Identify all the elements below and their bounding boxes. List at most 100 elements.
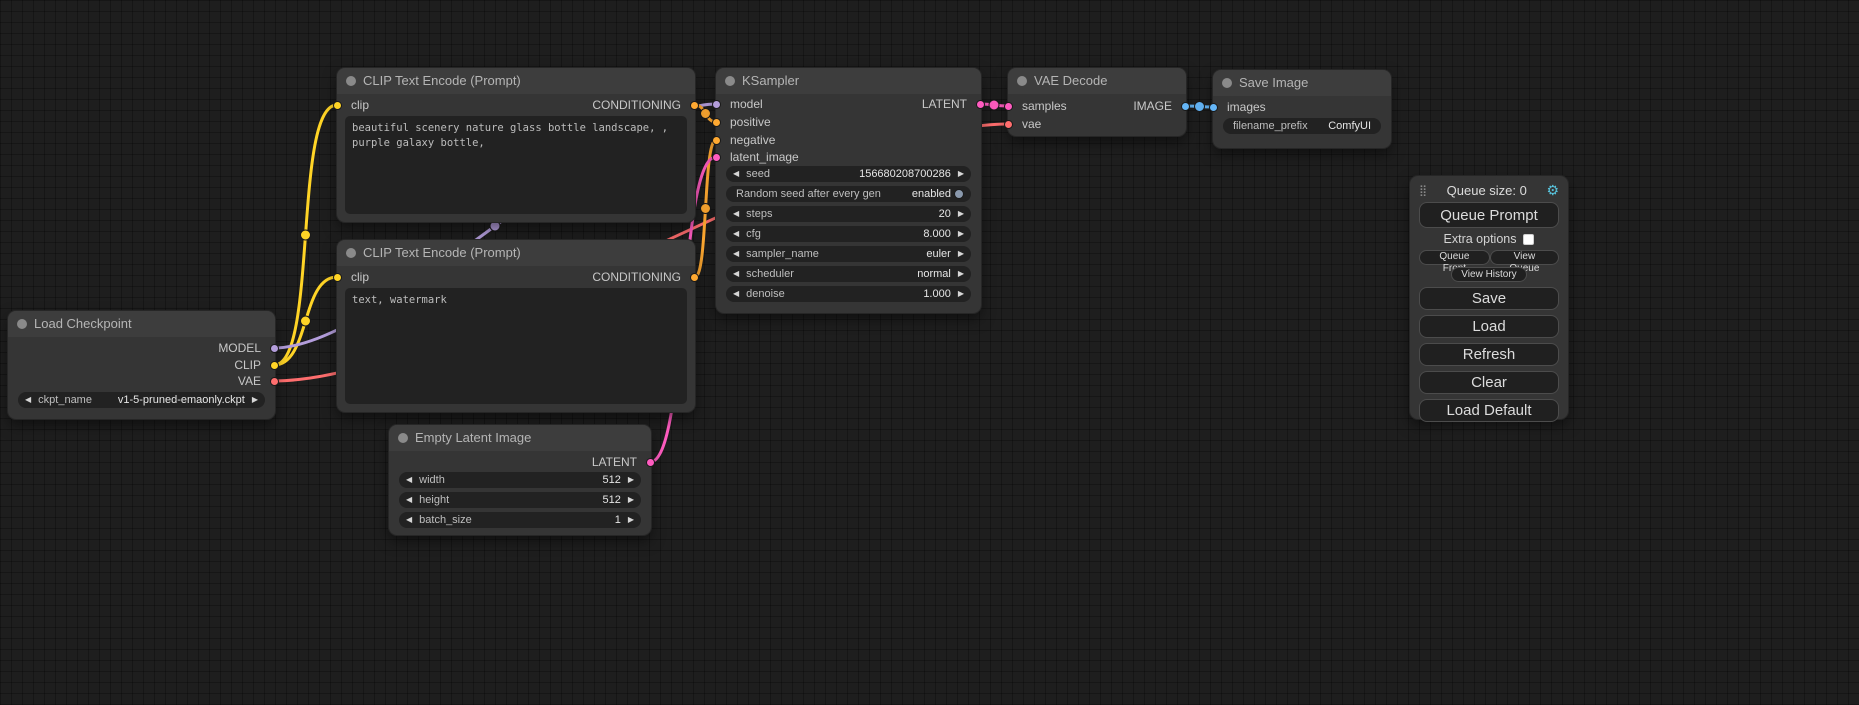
collapse-dot-icon[interactable] (725, 76, 735, 86)
widget-width[interactable]: ◀ width 512 ▶ (399, 472, 641, 488)
conditioning-port-icon[interactable] (712, 118, 721, 127)
view-history-button[interactable]: View History (1451, 267, 1526, 282)
latent-port-icon[interactable] (646, 458, 655, 467)
decrement-arrow-icon[interactable]: ◀ (733, 246, 739, 262)
decrement-arrow-icon[interactable]: ◀ (406, 492, 412, 508)
decrement-arrow-icon[interactable]: ◀ (25, 392, 31, 408)
output-slot-model[interactable]: MODEL (218, 340, 275, 356)
clip-port-icon[interactable] (333, 101, 342, 110)
decrement-arrow-icon[interactable]: ◀ (406, 512, 412, 528)
input-slot-images[interactable]: images (1213, 99, 1266, 115)
image-port-icon[interactable] (1181, 102, 1190, 111)
input-slot-latent-image[interactable]: latent_image (716, 149, 799, 165)
increment-arrow-icon[interactable]: ▶ (628, 492, 634, 508)
image-port-icon[interactable] (1209, 103, 1218, 112)
widget-height[interactable]: ◀ height 512 ▶ (399, 492, 641, 508)
increment-arrow-icon[interactable]: ▶ (958, 226, 964, 242)
decrement-arrow-icon[interactable]: ◀ (733, 226, 739, 242)
clip-port-icon[interactable] (333, 273, 342, 282)
output-slot-latent[interactable]: LATENT (922, 96, 981, 112)
decrement-arrow-icon[interactable]: ◀ (406, 472, 412, 488)
output-slot-conditioning[interactable]: CONDITIONING (592, 269, 695, 285)
increment-arrow-icon[interactable]: ▶ (958, 246, 964, 262)
collapse-dot-icon[interactable] (1017, 76, 1027, 86)
increment-arrow-icon[interactable]: ▶ (958, 266, 964, 282)
widget-filename-prefix[interactable]: filename_prefix ComfyUI (1223, 118, 1381, 134)
increment-arrow-icon[interactable]: ▶ (958, 286, 964, 302)
node-header[interactable]: VAE Decode (1008, 68, 1186, 94)
vae-port-icon[interactable] (270, 377, 279, 386)
latent-port-icon[interactable] (976, 100, 985, 109)
extra-options-checkbox[interactable] (1523, 234, 1534, 245)
view-queue-button[interactable]: View Queue (1490, 250, 1559, 265)
load-default-button[interactable]: Load Default (1419, 399, 1559, 422)
node-load-checkpoint[interactable]: Load Checkpoint MODEL CLIP VAE ◀ ckpt_na… (8, 311, 275, 419)
queue-front-button[interactable]: Queue Front (1419, 250, 1490, 265)
widget-sampler-name[interactable]: ◀ sampler_name euler ▶ (726, 246, 971, 262)
node-header[interactable]: KSampler (716, 68, 981, 94)
widget-cfg[interactable]: ◀ cfg 8.000 ▶ (726, 226, 971, 242)
input-slot-clip[interactable]: clip (337, 97, 369, 113)
output-slot-image[interactable]: IMAGE (1133, 98, 1186, 114)
input-slot-vae[interactable]: vae (1008, 116, 1041, 132)
collapse-dot-icon[interactable] (346, 248, 356, 258)
positive-prompt-textarea[interactable]: beautiful scenery nature glass bottle la… (345, 116, 687, 214)
node-empty-latent-image[interactable]: Empty Latent Image LATENT ◀ width 512 ▶ … (389, 425, 651, 535)
increment-arrow-icon[interactable]: ▶ (958, 206, 964, 222)
collapse-dot-icon[interactable] (1222, 78, 1232, 88)
drag-handle-icon[interactable]: ⣿ (1419, 184, 1427, 197)
widget-seed[interactable]: ◀ seed 156680208700286 ▶ (726, 166, 971, 182)
vae-port-icon[interactable] (1004, 120, 1013, 129)
conditioning-port-icon[interactable] (690, 273, 699, 282)
output-slot-latent[interactable]: LATENT (592, 454, 651, 470)
input-slot-samples[interactable]: samples (1008, 98, 1067, 114)
refresh-button[interactable]: Refresh (1419, 343, 1559, 366)
latent-port-icon[interactable] (712, 153, 721, 162)
node-clip-text-encode-negative[interactable]: CLIP Text Encode (Prompt) clip CONDITION… (337, 240, 695, 412)
widget-batch-size[interactable]: ◀ batch_size 1 ▶ (399, 512, 641, 528)
output-slot-vae[interactable]: VAE (238, 373, 275, 389)
widget-steps[interactable]: ◀ steps 20 ▶ (726, 206, 971, 222)
node-save-image[interactable]: Save Image images filename_prefix ComfyU… (1213, 70, 1391, 148)
latent-port-icon[interactable] (1004, 102, 1013, 111)
widget-scheduler[interactable]: ◀ scheduler normal ▶ (726, 266, 971, 282)
output-slot-clip[interactable]: CLIP (234, 357, 275, 373)
decrement-arrow-icon[interactable]: ◀ (733, 206, 739, 222)
increment-arrow-icon[interactable]: ▶ (628, 512, 634, 528)
node-vae-decode[interactable]: VAE Decode samples vae IMAGE (1008, 68, 1186, 136)
model-port-icon[interactable] (712, 100, 721, 109)
widget-denoise[interactable]: ◀ denoise 1.000 ▶ (726, 286, 971, 302)
node-header[interactable]: Save Image (1213, 70, 1391, 96)
input-slot-positive[interactable]: positive (716, 114, 771, 130)
conditioning-port-icon[interactable] (712, 136, 721, 145)
output-slot-conditioning[interactable]: CONDITIONING (592, 97, 695, 113)
increment-arrow-icon[interactable]: ▶ (958, 166, 964, 182)
model-port-icon[interactable] (270, 344, 279, 353)
collapse-dot-icon[interactable] (17, 319, 27, 329)
widget-ckpt-name[interactable]: ◀ ckpt_name v1-5-pruned-emaonly.ckpt ▶ (18, 392, 265, 408)
increment-arrow-icon[interactable]: ▶ (628, 472, 634, 488)
clip-port-icon[interactable] (270, 361, 279, 370)
decrement-arrow-icon[interactable]: ◀ (733, 286, 739, 302)
clear-button[interactable]: Clear (1419, 371, 1559, 394)
node-header[interactable]: Empty Latent Image (389, 425, 651, 451)
collapse-dot-icon[interactable] (346, 76, 356, 86)
collapse-dot-icon[interactable] (398, 433, 408, 443)
negative-prompt-textarea[interactable]: text, watermark (345, 288, 687, 404)
settings-gear-icon[interactable]: ⚙ (1546, 183, 1559, 197)
node-clip-text-encode-positive[interactable]: CLIP Text Encode (Prompt) clip CONDITION… (337, 68, 695, 222)
decrement-arrow-icon[interactable]: ◀ (733, 266, 739, 282)
node-header[interactable]: CLIP Text Encode (Prompt) (337, 68, 695, 94)
load-button[interactable]: Load (1419, 315, 1559, 338)
input-slot-clip[interactable]: clip (337, 269, 369, 285)
increment-arrow-icon[interactable]: ▶ (252, 392, 258, 408)
input-slot-model[interactable]: model (716, 96, 763, 112)
widget-random-seed-toggle[interactable]: Random seed after every gen enabled (726, 186, 971, 202)
toggle-knob-icon[interactable] (954, 189, 964, 199)
save-button[interactable]: Save (1419, 287, 1559, 310)
node-header[interactable]: CLIP Text Encode (Prompt) (337, 240, 695, 266)
input-slot-negative[interactable]: negative (716, 132, 775, 148)
decrement-arrow-icon[interactable]: ◀ (733, 166, 739, 182)
queue-prompt-button[interactable]: Queue Prompt (1419, 202, 1559, 228)
node-header[interactable]: Load Checkpoint (8, 311, 275, 337)
